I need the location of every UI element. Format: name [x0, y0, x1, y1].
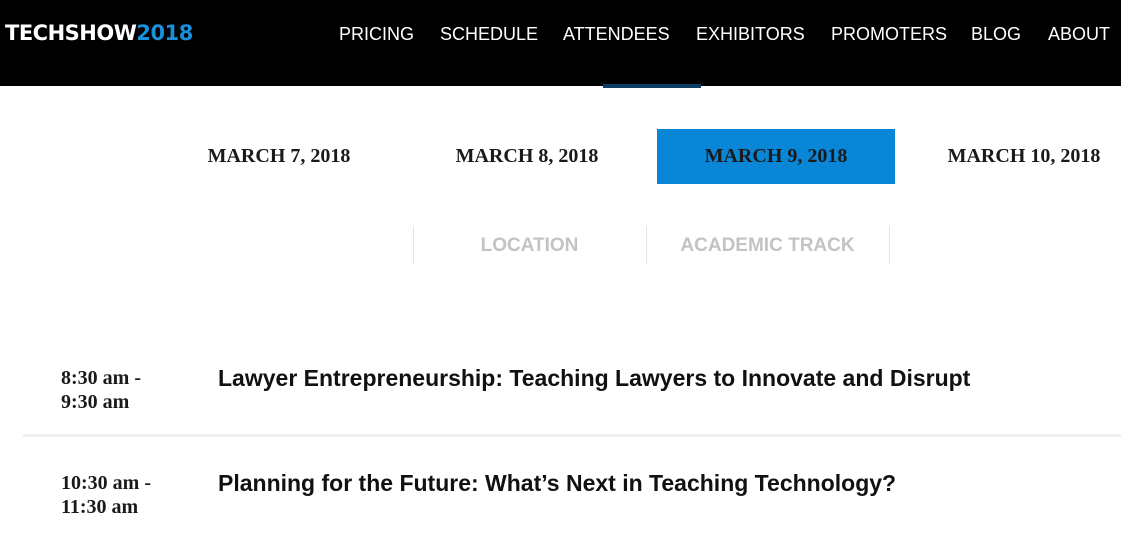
session-time: 8:30 am - 9:30 am [61, 366, 201, 414]
session-time-end: 9:30 am [61, 391, 130, 413]
nav-item-exhibitors[interactable]: EXHIBITORS [696, 22, 805, 46]
date-tab-march-7[interactable]: MARCH 7, 2018 [160, 129, 398, 184]
nav-item-schedule[interactable]: SCHEDULE [440, 22, 538, 46]
top-navigation-bar: TECHSHOW2018 PRICING SCHEDULE ATTENDEES … [0, 0, 1121, 86]
session-divider [23, 434, 1121, 437]
nav-item-about[interactable]: ABOUT [1048, 22, 1110, 46]
session-title[interactable]: Lawyer Entrepreneurship: Teaching Lawyer… [218, 363, 970, 393]
filter-academic-track[interactable]: ACADEMIC TRACK [647, 226, 888, 266]
session-time: 10:30 am - 11:30 am [61, 471, 201, 519]
session-time-start: 10:30 am - [61, 472, 151, 494]
main-nav: PRICING SCHEDULE ATTENDEES EXHIBITORS PR… [0, 22, 1121, 46]
nav-item-pricing[interactable]: PRICING [339, 22, 414, 46]
date-tab-march-10[interactable]: MARCH 10, 2018 [905, 129, 1121, 184]
nav-item-promoters[interactable]: PROMOTERS [831, 22, 947, 46]
nav-item-blog[interactable]: BLOG [971, 22, 1021, 46]
nav-active-indicator [603, 84, 701, 88]
date-tab-march-9[interactable]: MARCH 9, 2018 [657, 129, 895, 184]
nav-item-attendees[interactable]: ATTENDEES [563, 22, 670, 46]
filter-divider [889, 226, 890, 264]
date-tab-march-8[interactable]: MARCH 8, 2018 [408, 129, 646, 184]
session-title[interactable]: Planning for the Future: What’s Next in … [218, 468, 896, 498]
session-time-end: 11:30 am [61, 496, 139, 518]
filter-location[interactable]: LOCATION [414, 226, 645, 266]
session-time-start: 8:30 am - [61, 367, 141, 389]
